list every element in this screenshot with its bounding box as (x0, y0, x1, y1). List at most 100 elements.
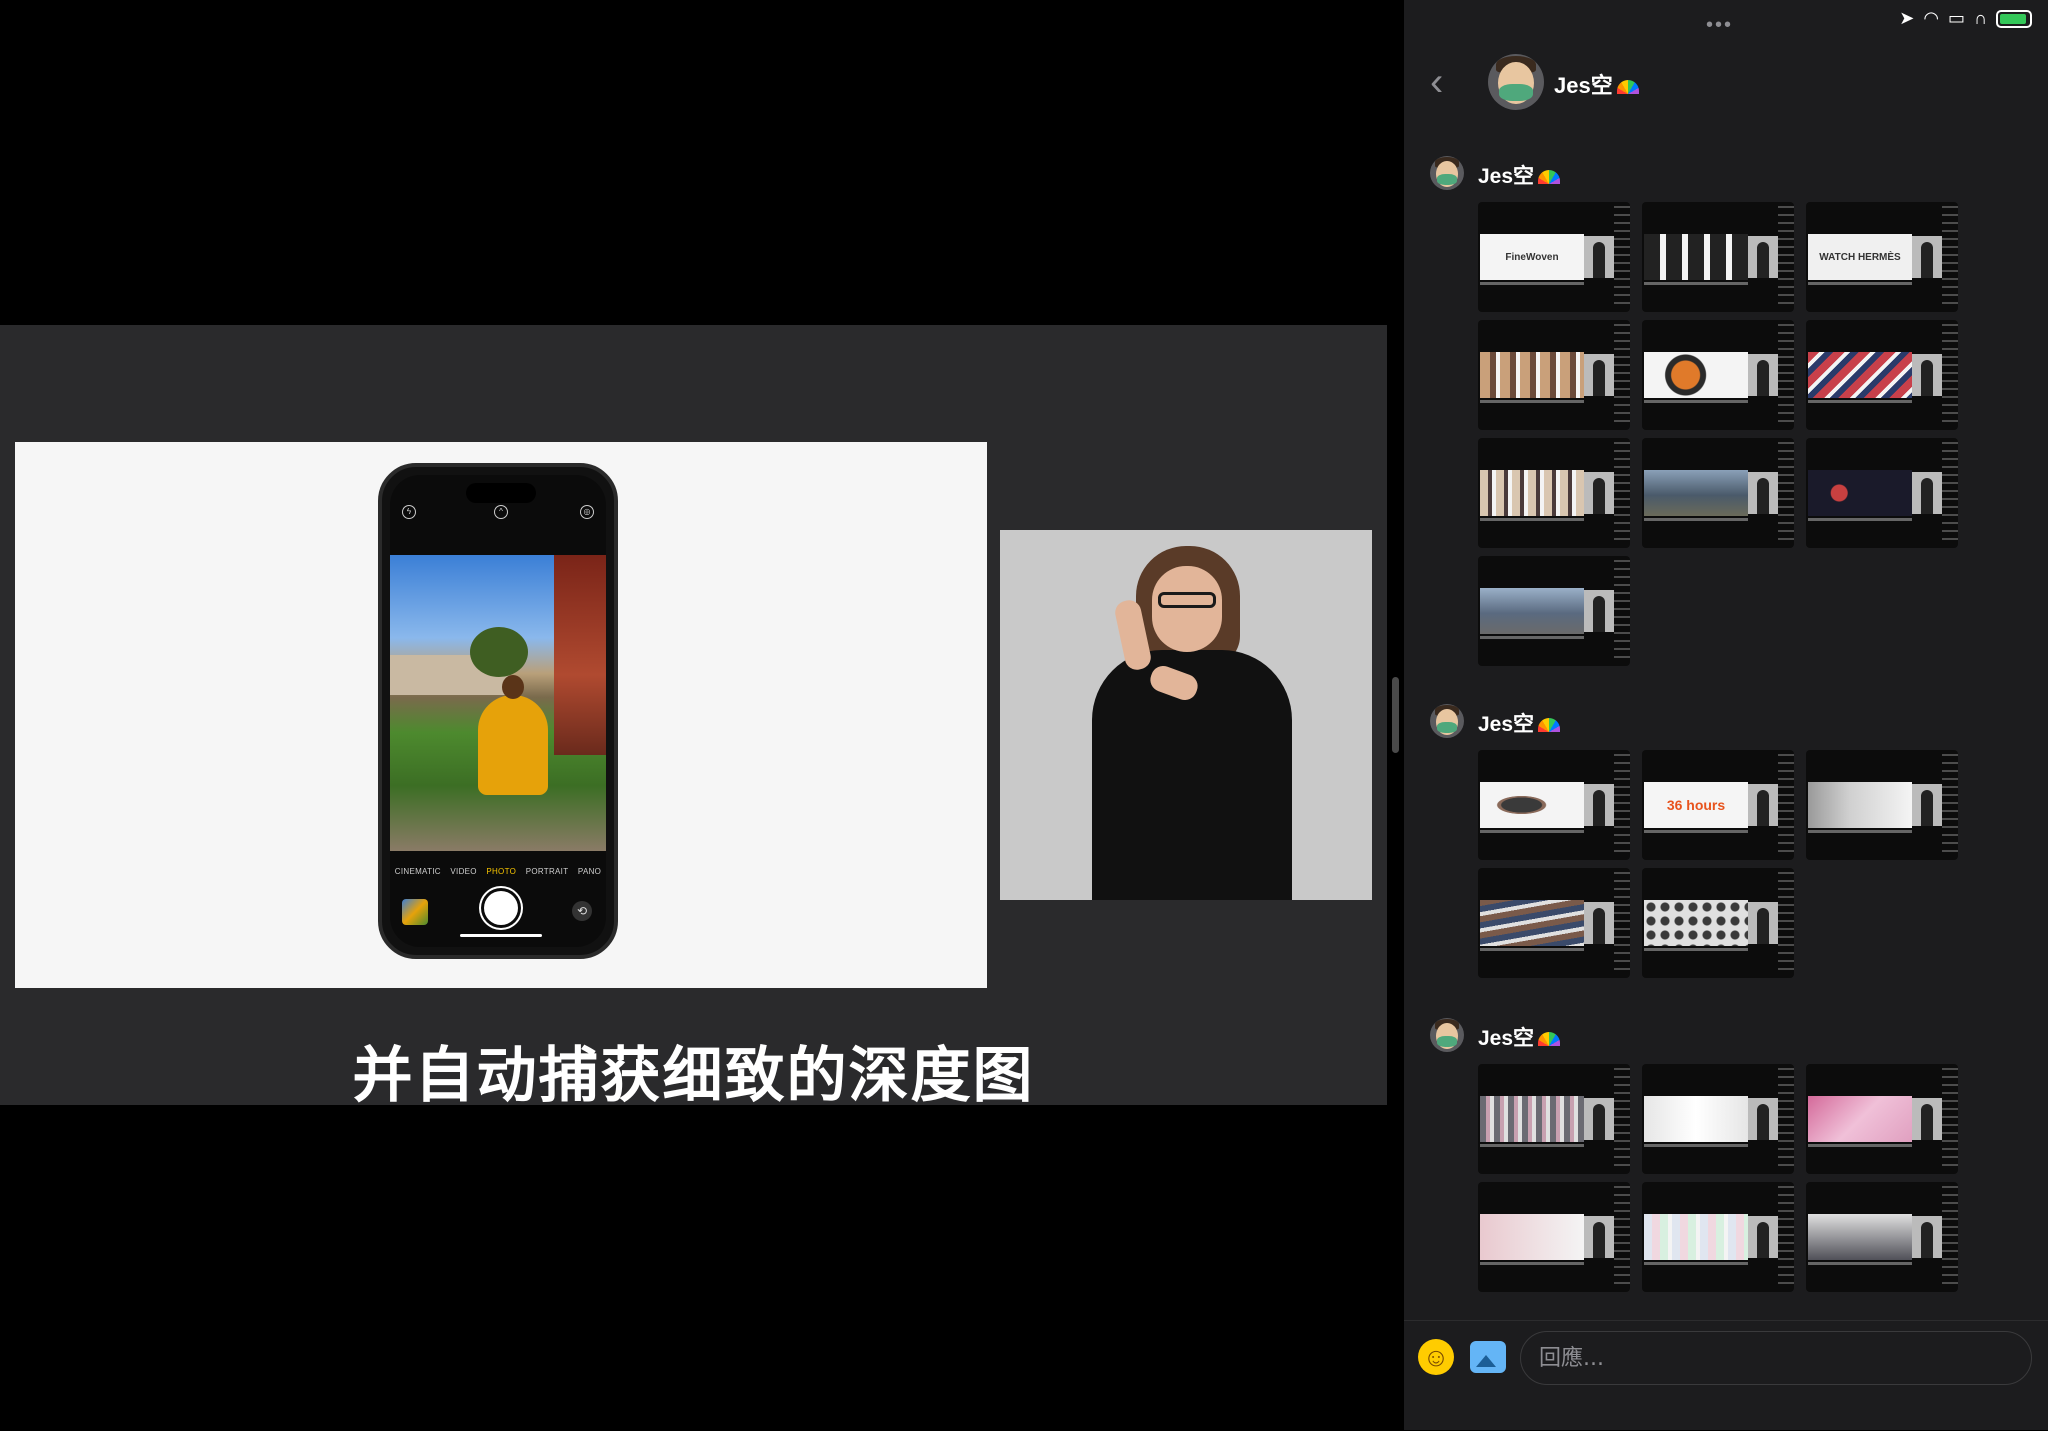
thumb-art (1480, 588, 1584, 634)
screenshot-thumbnail[interactable] (1478, 1064, 1630, 1174)
sender-name-text: Jes空 (1478, 713, 1535, 736)
thumb-side-lines (1614, 560, 1630, 662)
thumb-art (1480, 900, 1584, 946)
presentation-slide: ϟ ^ ◎ CINEMATIC VIDEO PHOTO PORTRAIT PAN… (15, 442, 987, 988)
thumb-signer (1584, 472, 1614, 514)
iphone-mockup: ϟ ^ ◎ CINEMATIC VIDEO PHOTO PORTRAIT PAN… (378, 463, 618, 959)
sign-language-interpreter (1000, 530, 1372, 900)
thumb-side-lines (1942, 324, 1958, 426)
thumb-signer (1748, 354, 1778, 396)
vf-tree (470, 627, 528, 677)
thumb-art (1644, 234, 1748, 280)
thumb-caption (1808, 400, 1912, 403)
camera-app-screen: ϟ ^ ◎ CINEMATIC VIDEO PHOTO PORTRAIT PAN… (390, 475, 606, 947)
thumb-side-lines (1778, 1068, 1794, 1170)
thumb-side-lines (1614, 324, 1630, 426)
screenshot-thumbnail[interactable] (1806, 1064, 1958, 1174)
interpreter-face (1152, 566, 1222, 652)
thumb-caption (1644, 830, 1748, 833)
thumb-art (1644, 900, 1748, 946)
screenshot-thumbnail[interactable] (1806, 438, 1958, 548)
thumb-side-lines (1778, 442, 1794, 544)
screenshot-thumbnail[interactable] (1642, 1064, 1794, 1174)
avatar[interactable] (1488, 54, 1544, 110)
memoji-mask (1436, 722, 1458, 733)
split-view-handle[interactable] (1392, 677, 1399, 753)
thumb-caption (1480, 518, 1584, 521)
sender-avatar[interactable] (1430, 704, 1464, 738)
home-indicator (460, 934, 542, 937)
thumb-side-lines (1942, 1068, 1958, 1170)
thumb-art (1808, 1214, 1912, 1260)
thumb-art (1808, 1096, 1912, 1142)
screenshot-thumbnail[interactable] (1642, 868, 1794, 978)
thumb-signer (1584, 902, 1614, 944)
thumbnail-grid: 36 hours (1478, 750, 1958, 978)
screenshot-thumbnail[interactable] (1642, 320, 1794, 430)
screenshot-thumbnail[interactable] (1642, 202, 1794, 312)
interpreter-glasses (1158, 592, 1216, 608)
thumb-caption (1480, 636, 1584, 639)
camera-viewfinder (390, 555, 606, 851)
reply-composer: ☺ (1404, 1320, 2048, 1431)
memoji-mask (1436, 174, 1458, 185)
thumb-signer (1584, 1098, 1614, 1140)
screenshot-thumbnail[interactable]: 36 hours (1642, 750, 1794, 860)
thumb-side-lines (1778, 206, 1794, 308)
video-pane[interactable]: ϟ ^ ◎ CINEMATIC VIDEO PHOTO PORTRAIT PAN… (0, 0, 1404, 1430)
mode-cinematic: CINEMATIC (394, 867, 441, 876)
thumb-caption (1480, 948, 1584, 951)
thumb-art (1480, 1096, 1584, 1142)
thumb-art (1480, 1214, 1584, 1260)
memoji-mask (1499, 84, 1533, 102)
screenshot-thumbnail[interactable] (1806, 320, 1958, 430)
screenshot-thumbnail[interactable] (1478, 320, 1630, 430)
chat-panel: ••• ➤ ◠ ▭ ∩ ‹ Jes空 Jes空 FineWoven WATCH … (1404, 0, 2048, 1430)
reply-input[interactable] (1520, 1331, 2032, 1385)
rainbow-emoji-icon (1538, 1032, 1561, 1047)
screenshot-thumbnail[interactable] (1806, 750, 1958, 860)
thumb-caption (1480, 282, 1584, 285)
screenshot-thumbnail[interactable] (1806, 1182, 1958, 1292)
sender-avatar[interactable] (1430, 1018, 1464, 1052)
multitask-menu-dots[interactable]: ••• (1706, 14, 1733, 37)
thumb-side-lines (1778, 324, 1794, 426)
chevron-up-icon: ^ (494, 505, 508, 519)
sender-name: Jes空 (1478, 708, 1561, 738)
screenshot-thumbnail[interactable] (1478, 556, 1630, 666)
chat-contact-name[interactable]: Jes空 (1554, 68, 1639, 100)
sender-name-text: Jes空 (1478, 1027, 1535, 1050)
thumb-side-lines (1614, 872, 1630, 974)
screenshot-thumbnail[interactable] (1478, 1182, 1630, 1292)
chat-header: ‹ Jes空 (1404, 48, 2048, 118)
dynamic-island (466, 483, 536, 503)
screenshot-thumbnail[interactable]: FineWoven (1478, 202, 1630, 312)
screenshot-thumbnail[interactable] (1478, 438, 1630, 548)
contact-name-text: Jes空 (1554, 73, 1613, 98)
screenshot-thumbnail[interactable] (1642, 1182, 1794, 1292)
sender-name: Jes空 (1478, 160, 1561, 190)
thumb-art (1808, 782, 1912, 828)
thumb-caption (1644, 518, 1748, 521)
emoji-icon[interactable]: ☺ (1418, 1339, 1454, 1375)
location-icon: ➤ (1899, 8, 1915, 28)
thumb-caption (1808, 830, 1912, 833)
screenshot-thumbnail[interactable]: WATCH HERMÈS (1806, 202, 1958, 312)
thumb-side-lines (1614, 1186, 1630, 1288)
thumb-label: FineWoven (1505, 251, 1559, 263)
image-icon[interactable] (1470, 1341, 1506, 1373)
screenshot-thumbnail[interactable] (1478, 750, 1630, 860)
rainbow-emoji-icon (1538, 718, 1561, 733)
thumb-art (1644, 470, 1748, 516)
sender-avatar[interactable] (1430, 156, 1464, 190)
thumb-signer (1584, 590, 1614, 632)
thumb-side-lines (1614, 754, 1630, 856)
thumb-side-lines (1942, 206, 1958, 308)
thumb-caption (1480, 400, 1584, 403)
screenshot-thumbnail[interactable] (1642, 438, 1794, 548)
screenshot-thumbnail[interactable] (1478, 868, 1630, 978)
thumb-caption (1808, 1144, 1912, 1147)
back-chevron-icon[interactable]: ‹ (1430, 62, 1443, 102)
thumb-caption (1808, 282, 1912, 285)
thumb-signer (1748, 784, 1778, 826)
